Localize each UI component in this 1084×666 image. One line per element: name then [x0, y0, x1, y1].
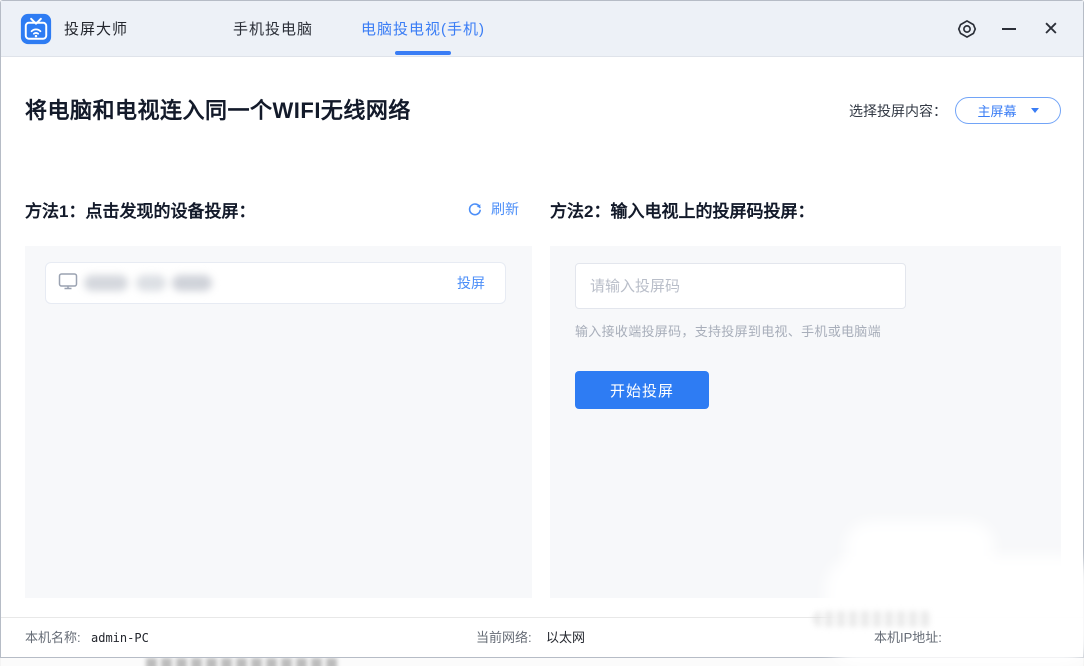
cast-button[interactable]: 投屏	[457, 273, 485, 293]
tab-pc-to-tv[interactable]: 电脑投电视(手机)	[361, 1, 485, 57]
close-button[interactable]: ✕	[1037, 15, 1065, 43]
monitor-icon	[58, 272, 78, 295]
device-list-panel: 投屏	[25, 246, 532, 598]
screen-source-dropdown[interactable]: 主屏幕	[955, 97, 1061, 124]
device-name-redacted	[84, 269, 224, 297]
tab-phone-to-pc-label: 手机投电脑	[233, 18, 313, 39]
refresh-label: 刷新	[491, 199, 519, 219]
host-name-label: 本机名称:	[25, 618, 81, 658]
ip-address-redacted	[825, 555, 1084, 665]
method2-heading: 方法2：输入电视上的投屏码投屏：	[550, 197, 814, 222]
chevron-down-icon	[1031, 108, 1039, 113]
page-title: 将电脑和电视连入同一个WIFI无线网络	[25, 93, 411, 125]
close-icon: ✕	[1043, 20, 1059, 39]
app-title: 投屏大师	[64, 18, 128, 39]
window-controls: ✕	[953, 1, 1065, 57]
host-name-value: admin-PC	[91, 618, 149, 658]
method1-heading: 方法1：点击发现的设备投屏：	[25, 197, 255, 222]
statusbar: 本机名称: admin-PC 当前网络: 以太网 本机IP地址:	[1, 617, 1083, 657]
settings-icon[interactable]	[953, 15, 981, 43]
cast-code-input[interactable]	[575, 263, 906, 309]
tab-pc-to-tv-label: 电脑投电视(手机)	[361, 18, 485, 39]
minimize-button[interactable]	[995, 15, 1023, 43]
screen-source-value: 主屏幕	[977, 101, 1016, 120]
background-bleed-text	[146, 658, 341, 666]
app-window: 投屏大师 手机投电脑 电脑投电视(手机) ✕	[0, 0, 1084, 658]
refresh-button[interactable]: 刷新	[467, 199, 519, 219]
active-tab-underline	[395, 51, 451, 55]
app-logo-icon	[20, 13, 52, 45]
cast-content-selector: 选择投屏内容： 主屏幕	[849, 97, 1061, 124]
ip-address-label: 本机IP地址:	[874, 618, 942, 658]
start-cast-button[interactable]: 开始投屏	[575, 371, 709, 409]
tab-bar: 手机投电脑 电脑投电视(手机)	[233, 1, 485, 57]
cast-content-label: 选择投屏内容：	[849, 101, 947, 121]
minimize-icon	[1002, 28, 1016, 30]
titlebar: 投屏大师 手机投电脑 电脑投电视(手机) ✕	[1, 1, 1083, 57]
device-row[interactable]: 投屏	[45, 262, 506, 304]
network-label: 当前网络:	[476, 618, 532, 658]
tab-phone-to-pc[interactable]: 手机投电脑	[233, 1, 313, 57]
cast-code-hint: 输入接收端投屏码，支持投屏到电视、手机或电脑端	[575, 321, 881, 340]
refresh-icon	[467, 201, 483, 217]
network-value: 以太网	[546, 618, 585, 658]
